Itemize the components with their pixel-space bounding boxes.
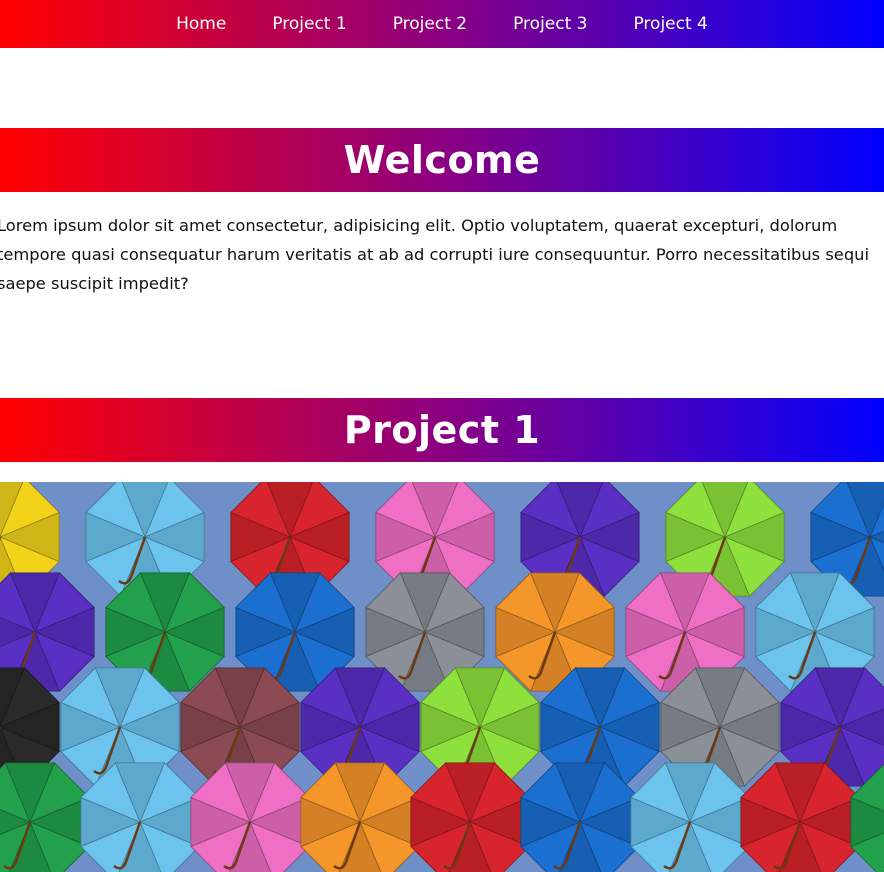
project-1-heading: Project 1 bbox=[0, 398, 884, 462]
umbrella-shape bbox=[80, 762, 200, 872]
top-navigation: Home Project 1 Project 2 Project 3 Proje… bbox=[0, 0, 884, 48]
nav-link-project-2[interactable]: Project 2 bbox=[370, 0, 490, 48]
nav-link-project-3[interactable]: Project 3 bbox=[490, 0, 610, 48]
umbrella-shape bbox=[190, 762, 310, 872]
umbrella-shape bbox=[520, 762, 640, 872]
nav-link-project-4[interactable]: Project 4 bbox=[610, 0, 730, 48]
umbrellas-illustration bbox=[0, 482, 884, 872]
umbrella-shape bbox=[300, 762, 420, 872]
nav-link-project-1[interactable]: Project 1 bbox=[249, 0, 369, 48]
umbrella-shape bbox=[0, 762, 90, 872]
umbrella-shape bbox=[630, 762, 750, 872]
umbrellas-photo bbox=[0, 482, 884, 872]
nav-link-home[interactable]: Home bbox=[153, 0, 249, 48]
umbrella-shape bbox=[410, 762, 530, 872]
welcome-paragraph: Lorem ipsum dolor sit amet consectetur, … bbox=[0, 216, 869, 293]
umbrella-shape bbox=[740, 762, 860, 872]
welcome-heading: Welcome bbox=[0, 128, 884, 192]
